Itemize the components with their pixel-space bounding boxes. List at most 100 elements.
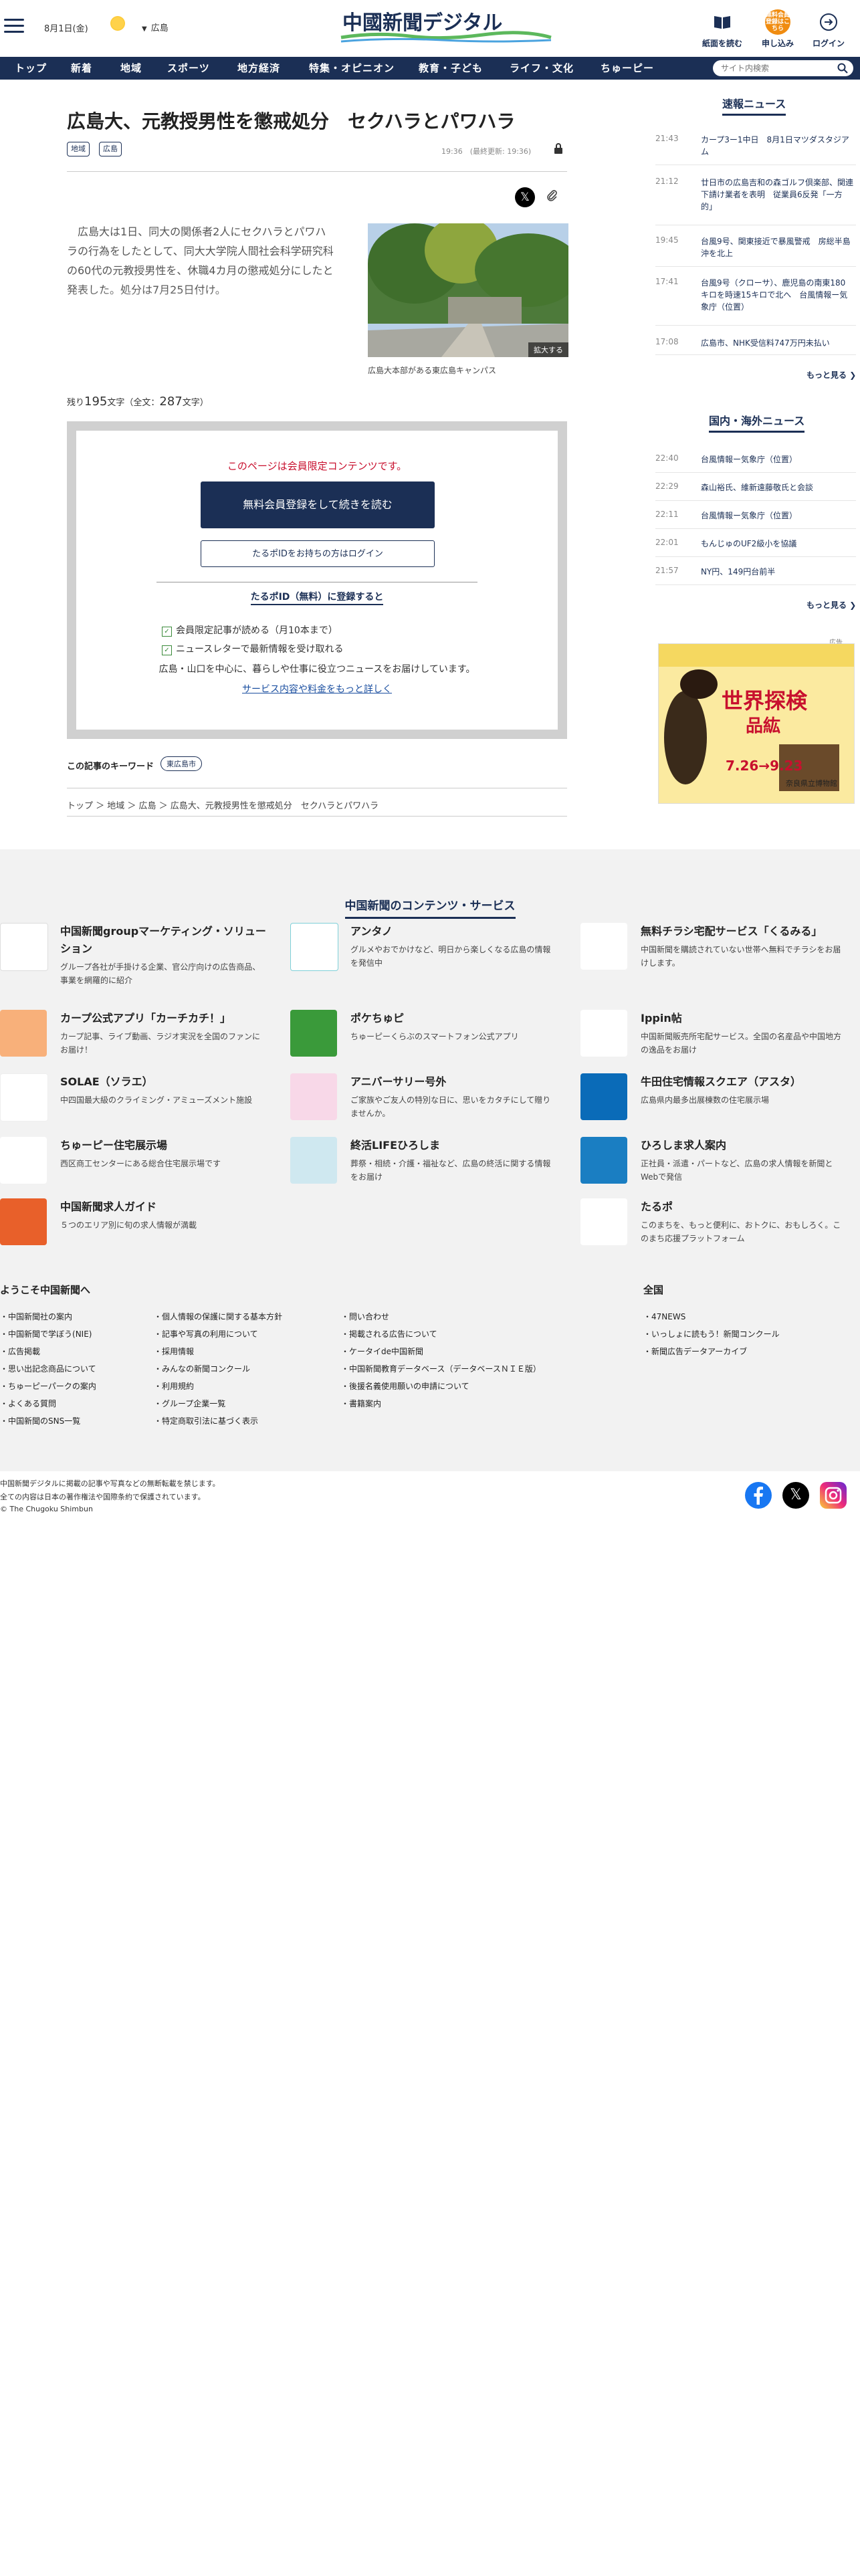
intl-news-item[interactable]: 22:40 台風情報ー気象庁（位置） (655, 453, 856, 473)
breaking-news-item[interactable]: 21:12 廿日市の広島吉和の森ゴルフ倶楽部、関連下請け業者を表明 従業員6反発「… (655, 177, 856, 225)
footer-link[interactable]: グループ企業一覧 (154, 1398, 225, 1409)
instagram-icon[interactable] (820, 1482, 847, 1509)
nav-region[interactable]: 地域 (120, 57, 142, 80)
service-name: たるポ (641, 1200, 673, 1213)
search-input[interactable] (720, 63, 836, 74)
login-button[interactable]: ログイン (805, 9, 852, 49)
service-name: 牛田住宅情報スクエア（アスタ） (641, 1075, 802, 1088)
tag-hiroshima[interactable]: 広島 (99, 142, 122, 156)
breaking-news-item[interactable]: 17:41 台風9号（クローサ）、鹿児島の南東180キロを時速15キロで北へ 台風… (655, 277, 856, 326)
article-photo[interactable]: 拡大する (368, 223, 568, 357)
keyword-chip[interactable]: 東広島市 (160, 756, 202, 771)
nav-chupi[interactable]: ちゅーピー (601, 57, 654, 80)
service-card[interactable]: 中国新聞求人ガイド ５つのエリア別に旬の求人情報が満載 (0, 1198, 267, 1252)
tag-region[interactable]: 地域 (67, 142, 90, 156)
footer-link[interactable]: 中国新聞社の案内 (0, 1311, 72, 1322)
service-desc: 中国新聞販売所宅配サービス。全国の名産品や中国地方の逸品をお届け (641, 1032, 842, 1055)
more-breaking-link[interactable]: もっと見る ❯ (807, 369, 856, 381)
link-copy-icon[interactable] (546, 189, 559, 206)
footer-link[interactable]: いっしょに読もう！新聞コンクール (643, 1328, 780, 1339)
service-card[interactable]: Ippin帖 中国新聞販売所宅配サービス。全国の名産品や中国地方の逸品をお届け (580, 1010, 848, 1063)
more-intl-link[interactable]: もっと見る ❯ (807, 599, 856, 611)
service-card[interactable]: ちゅーピー住宅展示場 西区商工センターにある総合住宅展示場です (0, 1137, 267, 1190)
footer-link[interactable]: 後援名義使用願いの申請について (341, 1380, 469, 1392)
news-headline: 森山裕氏、維新遠藤敬氏と会談 (701, 483, 814, 492)
breaking-news-item[interactable]: 19:45 台風9号、関東接近で暴風警戒 房総半島沖を北上 (655, 235, 856, 267)
more-details-link[interactable]: サービス内容や料金をもっと詳しく (76, 682, 558, 695)
footer-link[interactable]: よくある質問 (0, 1398, 56, 1409)
intl-news-item[interactable]: 22:29 森山裕氏、維新遠藤敬氏と会談 (655, 481, 856, 501)
service-card[interactable]: 牛田住宅情報スクエア（アスタ） 広島県内最多出展棟数の住宅展示場 (580, 1073, 848, 1127)
service-card[interactable]: カープ公式アプリ「カーチカチ！」 カープ記事、ライブ動画、ラジオ実況を全国のファ… (0, 1010, 267, 1063)
service-name: アンタノ (350, 925, 393, 938)
news-time: 19:45 (655, 235, 679, 245)
service-card[interactable]: SOLAE（ソラエ） 中四国最大級のクライミング・アミューズメント施設 (0, 1073, 267, 1127)
footer-link[interactable]: 記事や写真の利用について (154, 1328, 258, 1339)
breaking-news-item[interactable]: 17:08 広島市、NHK受信料747万円未払い (655, 337, 856, 355)
service-card[interactable]: 無料チラシ宅配サービス「くるみる」 中国新聞を購読されていない世帯へ無料でチラシ… (580, 923, 848, 996)
footer-link[interactable]: 問い合わせ (341, 1311, 389, 1322)
service-desc: ご家族やご友人の特別な日に、思いをカタチにして贈りませんか。 (350, 1095, 551, 1118)
intl-news-item[interactable]: 22:11 台風情報ー気象庁（位置） (655, 510, 856, 529)
footer-link[interactable]: 特定商取引法に基づく表示 (154, 1415, 258, 1426)
service-card[interactable]: 終活LIFEひろしま 葬祭・相続・介護・福祉など、広島の終活に関する情報をお届け (290, 1137, 558, 1190)
footer-link[interactable]: 書籍案内 (341, 1398, 381, 1409)
nav-sports[interactable]: スポーツ (167, 57, 210, 80)
intl-news-item[interactable]: 22:01 もんじゅのUF2級小を協議 (655, 538, 856, 557)
apply-button[interactable]: 無料会員登録はこちら 申し込み (754, 9, 801, 49)
x-share-icon[interactable]: 𝕏 (515, 187, 535, 207)
search-icon[interactable] (837, 63, 848, 76)
service-card[interactable]: アニバーサリー号外 ご家族やご友人の特別な日に、思いをカタチにして贈りませんか。 (290, 1073, 558, 1127)
more-label: もっと見る (807, 370, 847, 380)
breaking-news-item[interactable]: 21:43 カープ3ー1中日 8月1日マツダスタジアム (655, 134, 856, 165)
footer-link[interactable]: 47NEWS (643, 1311, 685, 1322)
footer-link[interactable]: 広告掲載 (0, 1346, 40, 1357)
footer-link[interactable]: 思い出記念商品について (0, 1363, 96, 1374)
date-label: 8月1日(金) (44, 24, 88, 34)
menu-icon[interactable] (4, 19, 24, 33)
nav-new[interactable]: 新着 (71, 57, 92, 80)
footer-link[interactable]: 中国新聞で学ぼう(NIE) (0, 1328, 92, 1339)
service-desc: グルメやおでかけなど、明日から楽しくなる広島の情報を発信中 (350, 945, 551, 968)
nav-opinion[interactable]: 特集・オピニオン (309, 57, 395, 80)
footer-link[interactable]: 個人情報の保護に関する基本方針 (154, 1311, 282, 1322)
service-card[interactable]: アンタノ グルメやおでかけなど、明日から楽しくなる広島の情報を発信中 (290, 923, 558, 996)
footer-link[interactable]: 掲載される広告について (341, 1328, 437, 1339)
nav-top[interactable]: トップ (15, 57, 47, 80)
breaking-news-title: 速報ニュース (722, 95, 786, 116)
ad-venue: 奈良県立博物館 (786, 779, 837, 788)
service-card[interactable]: たるポ このまちを、もっと便利に、おトクに、おもしろく。このまち応援プラットフォ… (580, 1198, 848, 1252)
enlarge-button[interactable]: 拡大する (528, 342, 568, 357)
footer-link[interactable]: ちゅーピーパークの案内 (0, 1380, 96, 1392)
paper-button[interactable]: 紙面を読む (699, 9, 746, 49)
site-logo[interactable]: 中國新聞デジタル (336, 8, 556, 45)
register-button[interactable]: 無料会員登録をして続きを読む (201, 481, 435, 528)
service-card[interactable]: ポケちゅピ ちゅーピーくらぶのスマートフォン公式アプリ (290, 1010, 558, 1063)
intl-news-item[interactable]: 21:57 NY円、149円台前半 (655, 566, 856, 585)
nav-life[interactable]: ライフ・文化 (510, 57, 574, 80)
footer-link[interactable]: 利用規約 (154, 1380, 194, 1392)
service-desc: カープ記事、ライブ動画、ラジオ実況を全国のファンにお届け！ (60, 1032, 261, 1055)
footer-link[interactable]: ケータイde中国新聞 (341, 1346, 423, 1357)
apply-badge: 無料会員登録はこちら (765, 9, 790, 35)
login-with-id-button[interactable]: たるポIDをお持ちの方はログイン (201, 540, 435, 567)
service-name: 無料チラシ宅配サービス「くるみる」 (641, 925, 823, 938)
service-name: ポケちゅピ (350, 1012, 405, 1025)
solae-logo-icon (0, 1073, 48, 1121)
x-icon[interactable]: 𝕏 (782, 1482, 809, 1509)
facebook-icon[interactable] (745, 1482, 772, 1509)
service-name: カープ公式アプリ「カーチカチ！」 (60, 1012, 231, 1025)
advertisement-banner[interactable]: 世界探検 品紘 7.26→9.23 奈良県立博物館 (658, 643, 855, 804)
service-card[interactable]: ひろしま求人案内 正社員・派遣・パートなど、広島の求人情報を新聞とWebで発信 (580, 1137, 848, 1190)
footer-link[interactable]: 新聞広告データアーカイブ (643, 1346, 747, 1357)
service-card[interactable]: 中国新聞groupマーケティング・ソリューション グループ各社が手掛ける企業、官… (0, 923, 267, 996)
footer-link[interactable]: 中国新聞教育データベース（データベースＮＩＥ版） (341, 1363, 541, 1374)
footer-link[interactable]: みんなの新聞コンクール (154, 1363, 250, 1374)
footer-link[interactable]: 採用情報 (154, 1346, 194, 1357)
nav-economy[interactable]: 地方経済 (237, 57, 280, 80)
footer-link[interactable]: 中国新聞のSNS一覧 (0, 1415, 80, 1426)
news-time: 22:40 (655, 453, 679, 463)
nav-education[interactable]: 教育・子ども (419, 57, 483, 80)
breadcrumb[interactable]: トップ ＞ 地域 ＞ 広島 ＞ 広島大、元教授男性を懲戒処分 セクハラとパワハラ (67, 798, 379, 811)
region-selector[interactable]: 広島 (142, 21, 169, 33)
